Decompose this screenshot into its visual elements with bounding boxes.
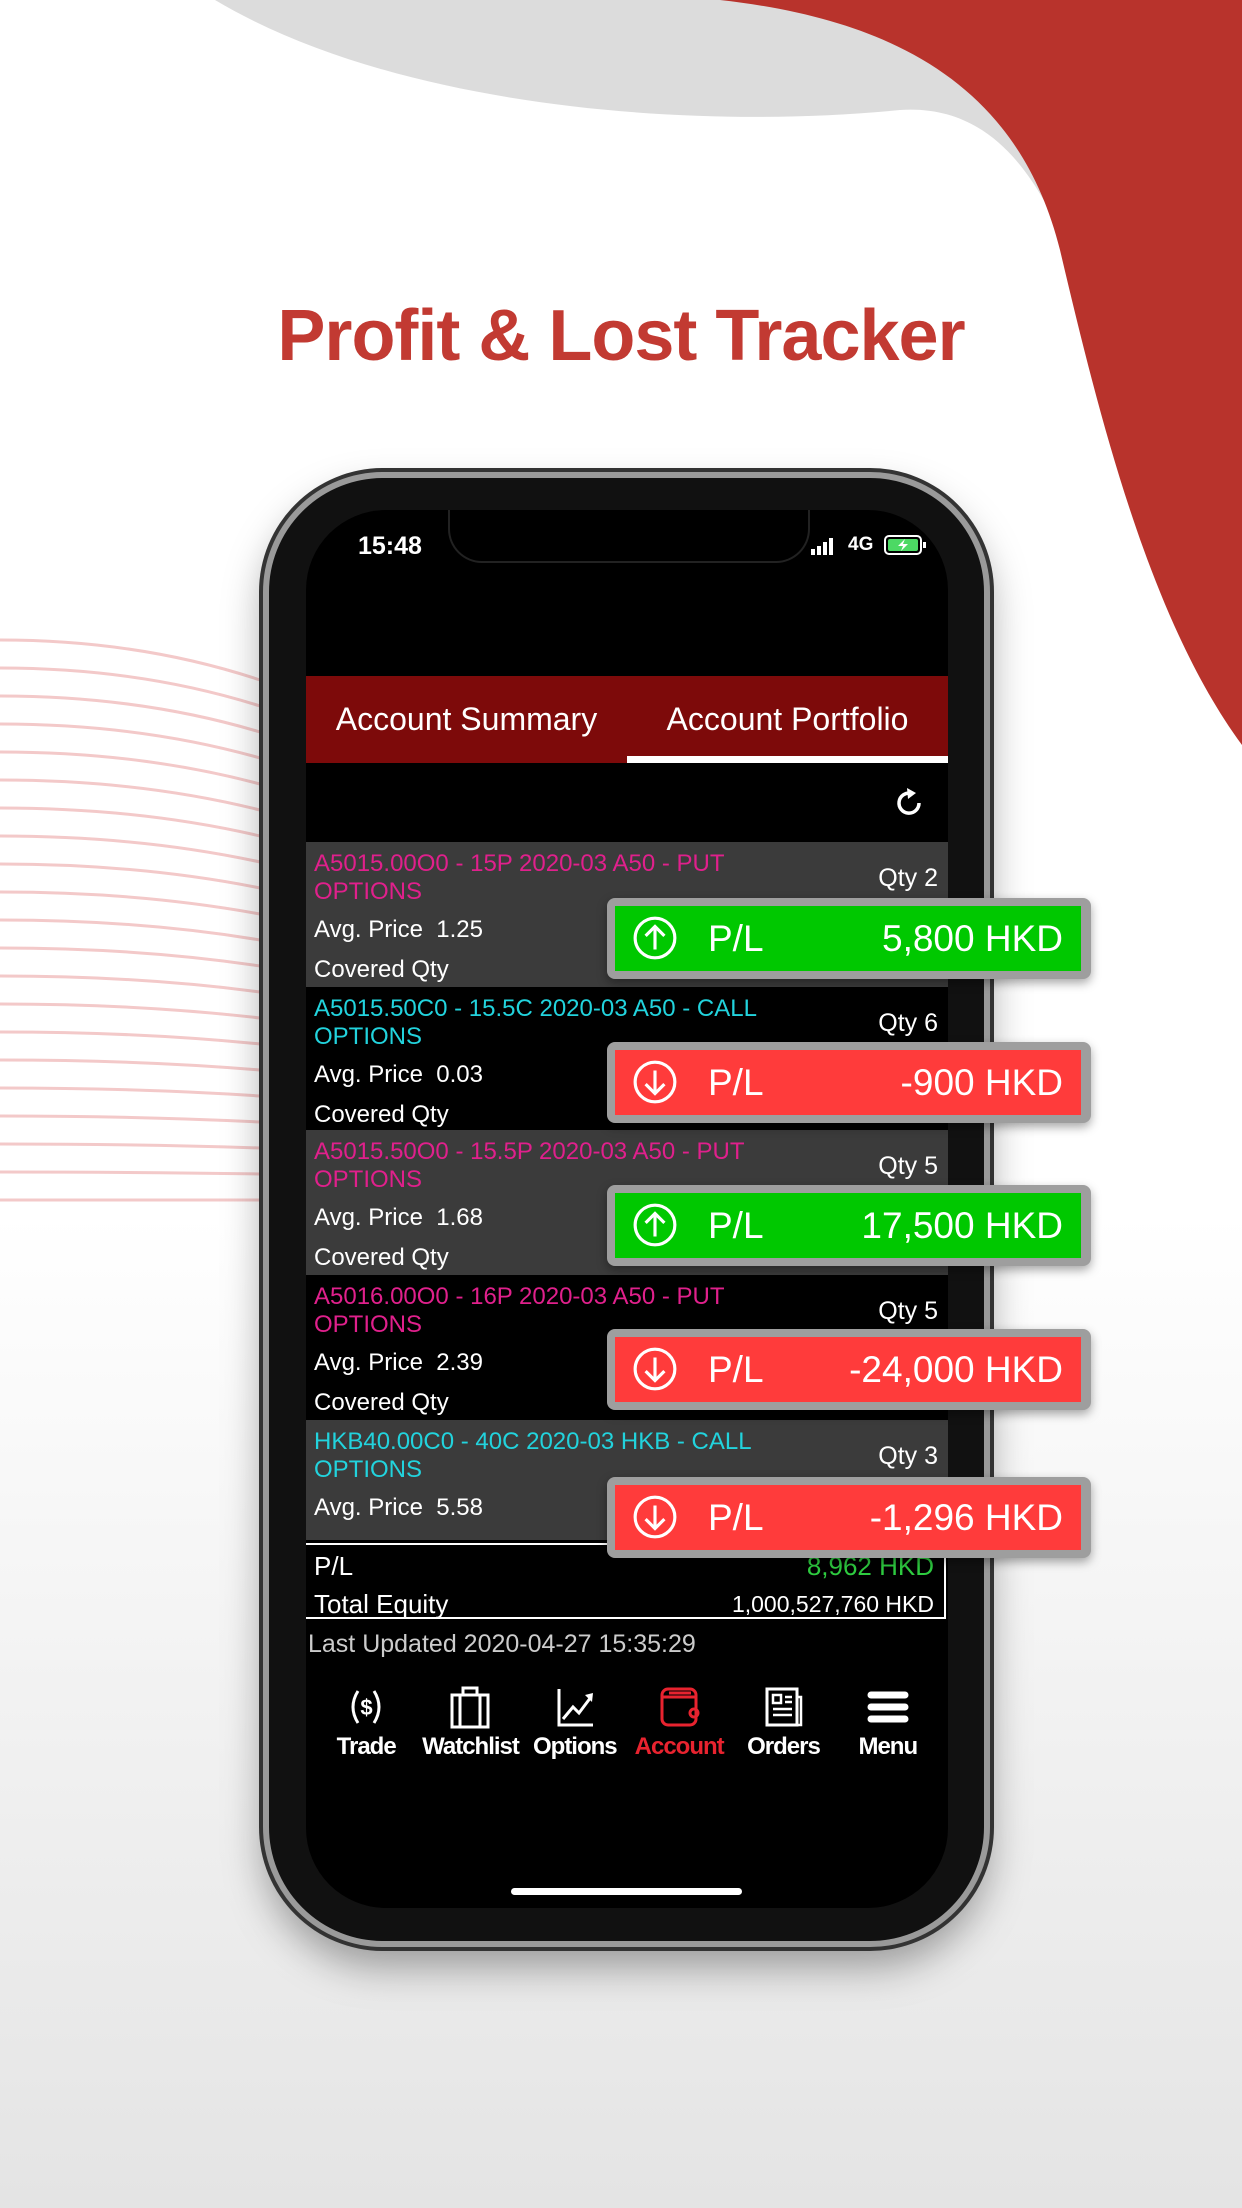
arrow-up-circle-icon — [633, 916, 677, 960]
pl-label: P/L — [708, 918, 764, 959]
home-indicator[interactable] — [511, 1888, 742, 1895]
position-qty: Qty 2 — [878, 864, 938, 892]
pl-value: -900 HKD — [900, 1062, 1063, 1103]
pl-badge: P/L -1,296 HKD — [607, 1477, 1091, 1558]
headline: Profit & Lost Tracker — [277, 296, 965, 376]
avg-price-label: Avg. Price — [314, 1349, 423, 1376]
arrow-down-circle-icon — [633, 1495, 677, 1539]
avg-price-value: 0.03 — [436, 1061, 483, 1088]
pl-label: P/L — [708, 1062, 764, 1103]
newspaper-icon — [765, 1687, 803, 1727]
position-qty: Qty 5 — [878, 1152, 938, 1180]
wallet-icon — [660, 1687, 700, 1727]
nav-orders[interactable]: Orders — [731, 1685, 835, 1761]
tab-account-portfolio[interactable]: Account Portfolio — [627, 676, 948, 763]
position-qty: Qty 6 — [878, 1009, 938, 1037]
nav-label: Orders — [747, 1733, 821, 1760]
last-updated: Last Updated 2020-04-27 15:35:29 — [308, 1630, 696, 1658]
pl-badge: P/L -24,000 HKD — [607, 1329, 1091, 1410]
avg-price-value: 2.39 — [436, 1349, 483, 1376]
hamburger-icon — [867, 1691, 909, 1723]
avg-price: Avg. Price 5.58 — [314, 1494, 483, 1522]
covered-qty-label: Covered Qty — [314, 1244, 449, 1271]
pl-label: P/L — [708, 1497, 764, 1538]
avg-price-value: 1.25 — [436, 916, 483, 943]
total-equity-value: 1,000,527,760 HKD — [731, 1591, 934, 1617]
nav-trade[interactable]: $ Trade — [314, 1685, 418, 1761]
tab-bar: Account Summary Account Portfolio — [306, 676, 948, 763]
total-equity-label: Total Equity — [314, 1589, 449, 1619]
nav-label: Options — [532, 1733, 618, 1760]
network-label: 4G — [848, 534, 874, 555]
bottom-nav: $ Trade Watchlist Options Account Orders… — [306, 1685, 948, 1761]
covered-qty-label: Covered Qty — [314, 1101, 449, 1128]
avg-price-label: Avg. Price — [314, 1494, 423, 1521]
battery-icon — [884, 535, 928, 560]
avg-price-label: Avg. Price — [314, 1061, 423, 1088]
signal-icon — [811, 537, 839, 560]
summary-pl-label: P/L — [314, 1551, 354, 1581]
nav-label: Watchlist — [422, 1733, 520, 1760]
avg-price: Avg. Price 1.68 — [314, 1204, 483, 1232]
avg-price: Avg. Price 1.25 — [314, 916, 483, 944]
nav-options[interactable]: Options — [523, 1685, 627, 1761]
avg-price-value: 1.68 — [436, 1204, 483, 1231]
arrow-down-circle-icon — [633, 1347, 677, 1391]
pl-label: P/L — [708, 1205, 764, 1246]
avg-price: Avg. Price 2.39 — [314, 1349, 483, 1377]
covered-qty-label: Covered Qty — [314, 956, 449, 983]
status-time: 15:48 — [358, 532, 422, 560]
pl-label: P/L — [708, 1349, 764, 1390]
nav-account[interactable]: Account — [627, 1685, 731, 1761]
notch — [448, 510, 810, 563]
arrow-up-circle-icon — [633, 1203, 677, 1247]
pl-badge: P/L 5,800 HKD — [607, 898, 1091, 979]
position-qty: Qty 5 — [878, 1297, 938, 1325]
pl-value: 5,800 HKD — [882, 918, 1063, 959]
arrow-down-circle-icon — [633, 1060, 677, 1104]
briefcase-icon — [450, 1686, 490, 1729]
avg-price-label: Avg. Price — [314, 916, 423, 943]
pl-value: -24,000 HKD — [849, 1349, 1063, 1390]
pl-badge: P/L 17,500 HKD — [607, 1185, 1091, 1266]
pl-value: -1,296 HKD — [869, 1497, 1063, 1538]
avg-price-value: 5.58 — [436, 1494, 483, 1521]
avg-price-label: Avg. Price — [314, 1204, 423, 1231]
refresh-icon[interactable] — [891, 785, 927, 821]
position-qty: Qty 3 — [878, 1442, 938, 1470]
pl-badge: P/L -900 HKD — [607, 1042, 1091, 1123]
nav-label: Trade — [336, 1733, 397, 1760]
dollar-cycle-icon: $ — [351, 1690, 381, 1724]
nav-watchlist[interactable]: Watchlist — [418, 1685, 522, 1761]
svg-text:$: $ — [361, 1695, 373, 1720]
tab-account-summary[interactable]: Account Summary — [306, 676, 627, 763]
covered-qty-label: Covered Qty — [314, 1389, 449, 1416]
avg-price: Avg. Price 0.03 — [314, 1061, 483, 1089]
chart-up-icon — [557, 1689, 593, 1727]
pl-value: 17,500 HKD — [861, 1205, 1063, 1246]
position-title: HKB40.00C0 - 40C 2020-03 HKB - CALL OPTI… — [314, 1428, 751, 1483]
nav-label: Menu — [858, 1733, 918, 1760]
nav-label: Account — [634, 1733, 725, 1760]
nav-menu[interactable]: Menu — [836, 1685, 940, 1761]
